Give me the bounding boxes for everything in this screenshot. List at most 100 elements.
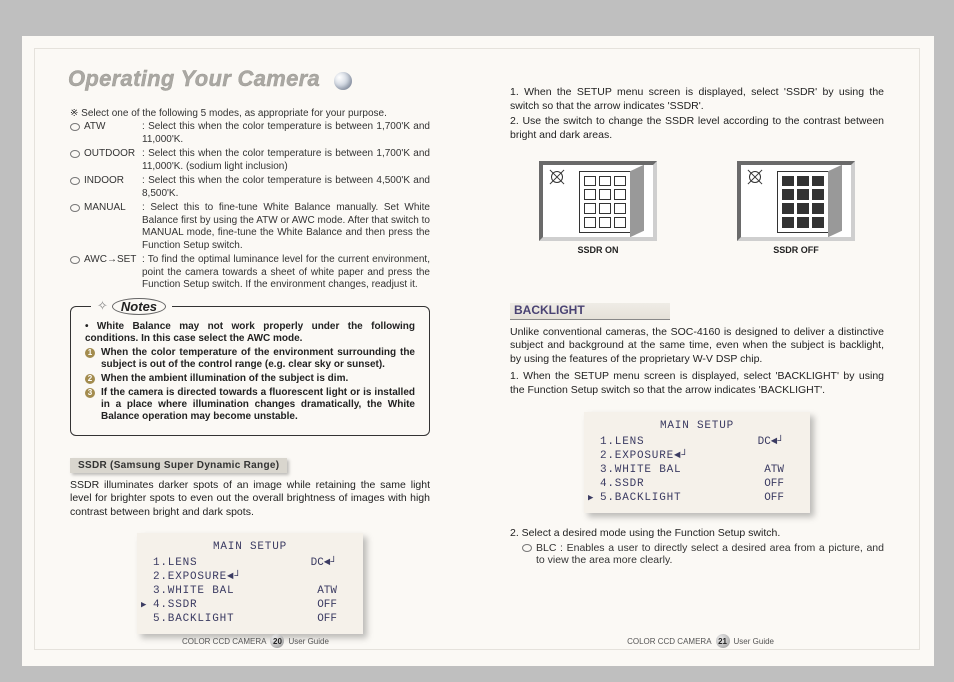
note-text: When the ambient illumination of the sub… <box>101 373 415 385</box>
backlight-step-2: 2. Select a desired mode using the Funct… <box>510 527 884 541</box>
left-page: Operating Your Camera ※ Select one of th… <box>22 36 478 666</box>
menu-row-exposure: 2.EXPOSURE◄┘ <box>137 570 363 584</box>
mode-desc-text: Select this when the color temperature i… <box>142 148 430 173</box>
ssdr-section-label: SSDR (Samsung Super Dynamic Range) <box>70 458 287 473</box>
sun-icon <box>551 171 563 183</box>
menu-item-name: 3.WHITE BAL <box>153 585 234 597</box>
circled-number-icon: 1 <box>85 348 95 358</box>
footer-product: COLOR CCD CAMERA <box>182 637 266 646</box>
menu-row-whitebal: 3.WHITE BAL ATW <box>137 584 363 598</box>
mode-bullet-icon <box>70 177 80 185</box>
menu-row-ssdr: 4.SSDR OFF <box>137 598 363 612</box>
menu-row-backlight: 5.BACKLIGHT OFF <box>137 612 363 626</box>
menu-item-name: 4.SSDR <box>153 599 197 611</box>
circled-number-icon: 3 <box>85 388 95 398</box>
page-number: 20 <box>270 634 284 648</box>
backlight-heading: BACKLIGHT <box>510 303 670 320</box>
blc-text: BLC : Enables a user to directly select … <box>536 542 884 566</box>
footer-product: COLOR CCD CAMERA <box>627 637 711 646</box>
mode-desc-text: Select this when the color temperature i… <box>142 121 430 146</box>
note-text: If the camera is directed towards a fluo… <box>101 387 415 423</box>
ssdr-on-caption: SSDR ON <box>539 245 657 255</box>
mode-bullet-icon <box>70 204 80 212</box>
mode-label-text: MANUAL <box>84 202 126 213</box>
mode-desc-text: To find the optimal luminance level for … <box>142 254 430 292</box>
mode-select-intro: ※ Select one of the following 5 modes, a… <box>70 108 430 119</box>
ssdr-step-2: 2. Use the switch to change the SSDR lev… <box>510 115 884 142</box>
sphere-icon <box>334 72 352 90</box>
mode-label-text: AWC→SET <box>84 254 136 265</box>
building-icon <box>579 171 631 233</box>
notes-tab: ✧ Notes <box>91 298 172 315</box>
menu-row-lens: 1.LENS DC◄┘ <box>584 435 810 449</box>
circled-number-icon: 2 <box>85 374 95 384</box>
menu-item-value: ATW <box>317 585 337 597</box>
mode-label-text: OUTDOOR <box>84 148 135 159</box>
menu-item-name: 3.WHITE BAL <box>600 464 681 476</box>
mode-atw: ATW Select this when the color temperatu… <box>70 121 430 146</box>
ssdr-step-1: 1. When the SETUP menu screen is display… <box>510 86 884 113</box>
menu-item-value: OFF <box>764 492 784 504</box>
footer-left: COLOR CCD CAMERA 20 User Guide <box>182 634 329 648</box>
note-item-3: 3 If the camera is directed towards a fl… <box>85 387 415 423</box>
notes-heading: Notes <box>112 298 166 315</box>
note-item-1: 1 When the color temperature of the envi… <box>85 347 415 371</box>
menu-item-name: 2.EXPOSURE◄┘ <box>600 450 689 462</box>
footer-label: User Guide <box>734 637 774 646</box>
ssdr-on-image <box>539 161 657 241</box>
ssdr-comparison: SSDR ON SSDR OFF <box>510 161 884 255</box>
mode-desc-text: Select this to fine-tune White Balance m… <box>142 202 430 252</box>
building-icon <box>777 171 829 233</box>
ssdr-on-item: SSDR ON <box>539 161 657 255</box>
menu-row-lens: 1.LENS DC◄┘ <box>137 556 363 570</box>
backlight-paragraph: Unlike conventional cameras, the SOC-416… <box>510 326 884 367</box>
notes-lead: • White Balance may not work properly un… <box>85 321 415 345</box>
menu-item-name: 5.BACKLIGHT <box>600 492 681 504</box>
main-setup-menu-right: MAIN SETUP 1.LENS DC◄┘ 2.EXPOSURE◄┘ 3.WHI… <box>584 412 810 513</box>
menu-row-whitebal: 3.WHITE BAL ATW <box>584 463 810 477</box>
mode-bullet-icon <box>70 150 80 158</box>
mode-outdoor: OUTDOOR Select this when the color tempe… <box>70 148 430 173</box>
ssdr-description: SSDR illuminates darker spots of an imag… <box>70 479 430 520</box>
mode-label-text: INDOOR <box>84 175 124 186</box>
menu-item-name: 1.LENS <box>153 557 197 569</box>
footer-right: COLOR CCD CAMERA 21 User Guide <box>627 634 774 648</box>
menu-item-name: 4.SSDR <box>600 478 644 490</box>
right-page: 1. When the SETUP menu screen is display… <box>478 36 934 666</box>
menu-item-name: 1.LENS <box>600 436 644 448</box>
title-row: Operating Your Camera <box>68 66 430 92</box>
ssdr-off-image <box>737 161 855 241</box>
mode-awc-set: AWC→SET To find the optimal luminance le… <box>70 254 430 292</box>
note-item-2: 2 When the ambient illumination of the s… <box>85 373 415 385</box>
footer-label: User Guide <box>288 637 328 646</box>
menu-title: MAIN SETUP <box>584 420 810 435</box>
main-setup-menu-left: MAIN SETUP 1.LENS DC◄┘ 2.EXPOSURE◄┘ 3.WHI… <box>137 533 363 634</box>
menu-title: MAIN SETUP <box>137 541 363 556</box>
menu-row-exposure: 2.EXPOSURE◄┘ <box>584 449 810 463</box>
menu-row-backlight: 5.BACKLIGHT OFF <box>584 491 810 505</box>
note-text: When the color temperature of the enviro… <box>101 347 415 371</box>
menu-item-value: OFF <box>764 478 784 490</box>
menu-item-value: DC◄┘ <box>311 557 337 569</box>
menu-item-value: OFF <box>317 613 337 625</box>
mode-manual: MANUAL Select this to fine-tune White Ba… <box>70 202 430 252</box>
menu-item-value: ATW <box>764 464 784 476</box>
mode-label-text: ATW <box>84 121 105 132</box>
sun-icon <box>749 171 761 183</box>
backlight-step-1: 1. When the SETUP menu screen is display… <box>510 370 884 397</box>
ssdr-off-caption: SSDR OFF <box>737 245 855 255</box>
page-title: Operating Your Camera <box>68 66 320 92</box>
page-number: 21 <box>716 634 730 648</box>
mode-indoor: INDOOR Select this when the color temper… <box>70 175 430 200</box>
lightbulb-icon: ✧ <box>97 298 108 314</box>
ssdr-off-item: SSDR OFF <box>737 161 855 255</box>
menu-item-value: DC◄┘ <box>758 436 784 448</box>
mode-bullet-icon <box>70 256 80 264</box>
mode-bullet-icon <box>522 544 532 552</box>
mode-bullet-icon <box>70 123 80 131</box>
blc-mode: BLC : Enables a user to directly select … <box>522 542 884 566</box>
menu-item-value: OFF <box>317 599 337 611</box>
menu-row-ssdr: 4.SSDR OFF <box>584 477 810 491</box>
menu-item-name: 5.BACKLIGHT <box>153 613 234 625</box>
document-spread: Operating Your Camera ※ Select one of th… <box>22 36 934 666</box>
